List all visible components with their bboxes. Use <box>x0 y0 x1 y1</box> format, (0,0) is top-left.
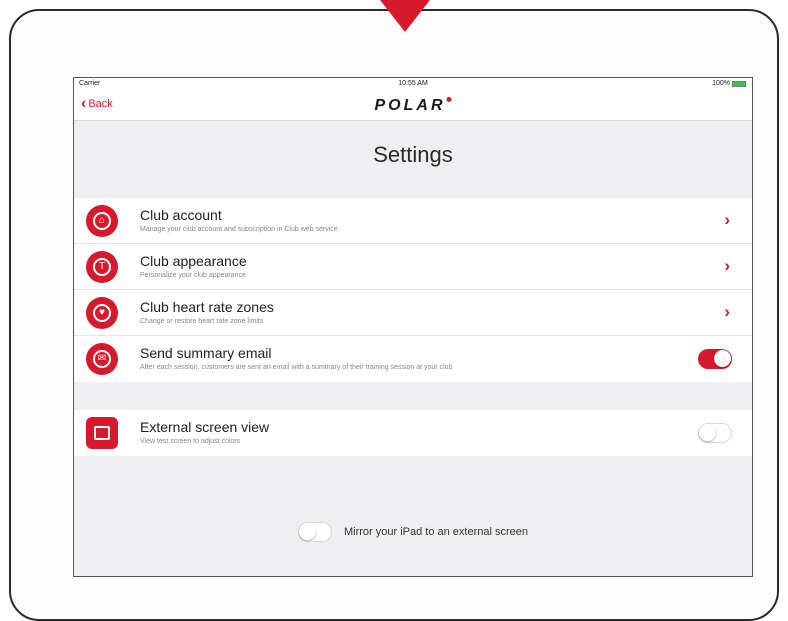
heart-icon: ♥ <box>86 297 118 329</box>
app-screen: Carrier 10:55 AM 100% ‹ Back POLAR Setti… <box>73 77 753 577</box>
mirror-option: Mirror your iPad to an external screen <box>74 522 752 542</box>
chevron-right-icon: › <box>724 302 730 321</box>
nav-bar: ‹ Back POLAR <box>74 90 752 121</box>
logo-text: POLAR <box>374 97 446 114</box>
toggle-knob <box>298 523 316 540</box>
tablet-frame: Carrier 10:55 AM 100% ‹ Back POLAR Setti… <box>9 9 779 621</box>
summary-email-toggle[interactable] <box>698 349 732 369</box>
setting-row-club-account[interactable]: ⌂ Club account Manage your club account … <box>74 198 752 244</box>
battery-percent: 100% <box>712 80 730 87</box>
toggle-knob <box>714 350 731 367</box>
clock: 10:55 AM <box>398 80 428 87</box>
status-bar: Carrier 10:55 AM 100% <box>74 78 752 90</box>
chevron-left-icon: ‹ <box>81 95 87 112</box>
setting-title: Club heart rate zones <box>140 299 274 315</box>
logo-dot-icon <box>446 97 452 102</box>
back-label: Back <box>88 98 113 110</box>
club-appearance-icon: T <box>86 251 118 283</box>
setting-title: Club account <box>140 207 222 223</box>
page-title: Settings <box>373 142 453 167</box>
toggle-knob <box>699 424 716 441</box>
setting-subtitle: Personalize your club appearance <box>140 272 246 279</box>
chevron-right-icon: › <box>724 256 730 275</box>
setting-title: External screen view <box>140 419 270 435</box>
setting-row-heart-rate-zones[interactable]: ♥ Club heart rate zones Change or restor… <box>74 290 752 336</box>
mirror-toggle[interactable] <box>297 522 332 542</box>
setting-row-external-screen: External screen view View test screen to… <box>74 410 752 456</box>
polar-logo: POLAR <box>375 97 452 115</box>
battery-indicator: 100% <box>712 80 746 87</box>
setting-title: Send summary email <box>140 345 272 361</box>
external-screen-toggle[interactable] <box>698 423 732 443</box>
back-button[interactable]: ‹ Back <box>81 95 113 112</box>
setting-subtitle: Change or restore heart rate zone limits <box>140 318 264 325</box>
chevron-right-icon: › <box>724 210 730 229</box>
external-screen-group: External screen view View test screen to… <box>74 410 752 456</box>
club-account-icon: ⌂ <box>86 205 118 237</box>
email-icon: ✉ <box>86 343 118 375</box>
setting-subtitle: After each session, customers are sent a… <box>140 364 453 371</box>
setting-row-club-appearance[interactable]: T Club appearance Personalize your club … <box>74 244 752 290</box>
screen-icon <box>86 417 118 449</box>
pointer-arrow <box>380 0 430 32</box>
settings-group: ⌂ Club account Manage your club account … <box>74 198 752 382</box>
setting-subtitle: Manage your club account and subscriptio… <box>140 226 338 233</box>
setting-subtitle: View test screen to adjust colors <box>140 438 241 445</box>
setting-row-summary-email: ✉ Send summary email After each session,… <box>74 336 752 382</box>
mirror-label: Mirror your iPad to an external screen <box>343 526 529 538</box>
setting-title: Club appearance <box>140 253 247 269</box>
battery-icon <box>732 80 746 87</box>
carrier-label: Carrier <box>79 80 101 87</box>
